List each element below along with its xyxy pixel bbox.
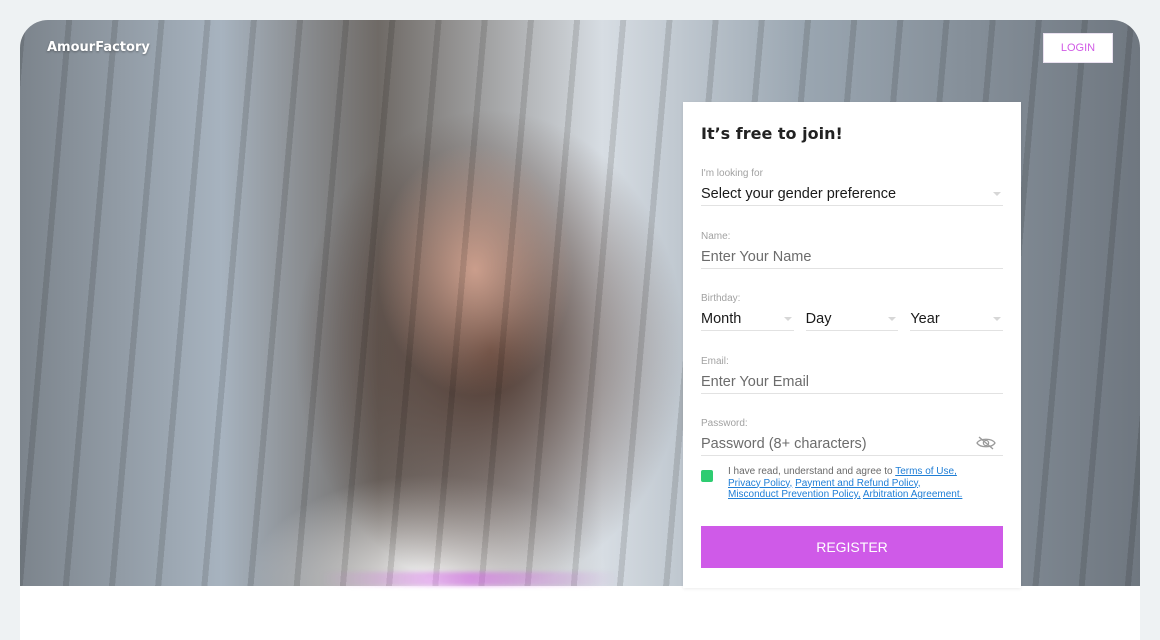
birthday-year-value: Year [910, 311, 940, 327]
terms-text: I have read, understand and agree to Ter… [728, 466, 962, 501]
birthday-year-select[interactable]: Year [910, 308, 1004, 331]
name-field[interactable]: Name: Enter Your Name [701, 231, 1003, 269]
email-label: Email: [701, 356, 729, 367]
payment-refund-policy-link[interactable]: Payment and Refund Policy, [795, 478, 920, 489]
terms-consent: I have read, understand and agree to Ter… [701, 466, 1001, 501]
birthday-month-select[interactable]: Month [701, 308, 794, 331]
arbitration-agreement-link[interactable]: Arbitration Agreement. [863, 489, 963, 500]
looking-for-select[interactable]: Select your gender preference [701, 183, 1003, 206]
privacy-policy-link[interactable]: Privacy Policy, [728, 478, 792, 489]
terms-checkbox[interactable] [701, 470, 713, 482]
misconduct-prevention-policy-link[interactable]: Misconduct Prevention Policy, [728, 489, 861, 500]
email-input[interactable]: Enter Your Email [701, 371, 1003, 394]
looking-for-value: Select your gender preference [701, 186, 897, 202]
birthday-day-value: Day [805, 311, 832, 327]
birthday-day-select[interactable]: Day [805, 308, 899, 331]
password-placeholder: Password (8+ characters) [701, 436, 867, 452]
chevron-down-icon [888, 317, 897, 321]
page-frame: AmourFactory LOGIN It’s free to join! I'… [20, 20, 1140, 640]
chevron-down-icon [993, 317, 1002, 321]
form-title: It’s free to join! [701, 124, 843, 143]
looking-for-field[interactable]: I'm looking for Select your gender prefe… [701, 168, 1003, 206]
terms-of-use-link[interactable]: Terms of Use, [895, 466, 957, 477]
terms-prefix: I have read, understand and agree to [728, 466, 893, 477]
password-label: Password: [701, 418, 748, 429]
register-button[interactable]: REGISTER [701, 526, 1003, 568]
name-label: Name: [701, 231, 731, 242]
email-field[interactable]: Email: Enter Your Email [701, 356, 1003, 394]
login-button[interactable]: LOGIN [1043, 33, 1113, 63]
brand-logo[interactable]: AmourFactory [47, 40, 150, 55]
birthday-month-value: Month [701, 311, 742, 327]
birthday-label: Birthday: [701, 293, 741, 304]
name-input[interactable]: Enter Your Name [701, 246, 1003, 269]
birthday-field: Birthday: Month Day Year [701, 293, 1004, 331]
eye-slash-icon[interactable] [975, 435, 997, 451]
registration-form: It’s free to join! I'm looking for Selec… [683, 102, 1021, 588]
password-field[interactable]: Password: Password (8+ characters) [701, 418, 1003, 456]
password-input[interactable]: Password (8+ characters) [701, 433, 1003, 456]
chevron-down-icon [993, 192, 1001, 196]
partial-headline-decoration [320, 572, 620, 586]
chevron-down-icon [783, 317, 792, 321]
looking-for-label: I'm looking for [701, 168, 763, 179]
